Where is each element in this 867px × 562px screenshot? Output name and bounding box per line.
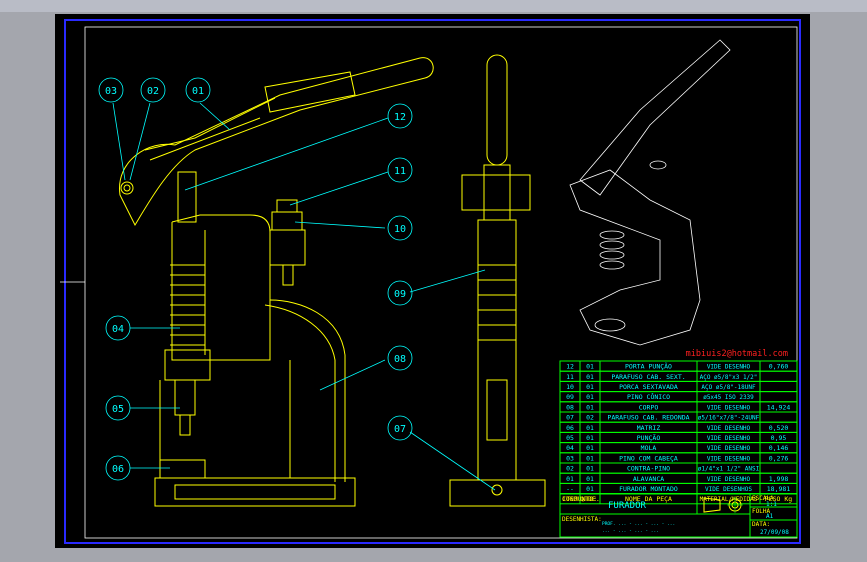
cell-qty: 01 [586,393,594,401]
svg-text:03: 03 [105,86,117,97]
svg-text:DATA:: DATA: [752,521,770,528]
cell-weight: 0,520 [769,424,789,432]
cell-name: PORTA PUNÇÃO [625,362,672,371]
cell-name: CONTRA-PINO [627,465,670,473]
cell-name: PARAFUSO CAB. REDONDA [607,414,689,422]
cell-qty: 01 [586,363,594,371]
cell-qty: 01 [586,475,594,483]
cell-weight: 0,146 [769,444,789,452]
assembly-name: FURADOR [608,501,647,511]
svg-text:11: 11 [394,166,406,177]
svg-text:01: 01 [192,86,204,97]
toolbar-strip [0,0,867,12]
cell-material: MATERIAL/MEDIDAS [700,496,758,503]
cell-weight: 0,760 [769,363,789,371]
svg-text:PROF. ... - ... - ... - ...: PROF. ... - ... - ... - ... [602,521,675,527]
cell-weight: 18,981 [767,485,791,493]
cell-item: -- [566,485,574,493]
cell-item: 09 [566,393,574,401]
cell-weight: 0,95 [771,434,787,442]
cell-qty: 01 [586,434,594,442]
cell-material: ø1/4"x1 1/2" ANSI [698,466,760,473]
svg-text:09: 09 [394,289,406,300]
cell-qty: 01 [586,444,594,452]
svg-text:... - ... - ... - ...: ... - ... - ... - ... [602,529,659,534]
svg-text:DESENHISTA:: DESENHISTA: [562,516,602,523]
cell-material: VIDE DESENHO [707,455,751,462]
cell-material: ø5x45 ISO 2339 [703,394,754,401]
svg-text:06: 06 [112,464,124,475]
cell-item: 04 [566,444,574,452]
cell-name: PINO CÔNICO [627,392,670,401]
cell-item: 11 [566,373,574,381]
svg-text:04: 04 [112,324,124,335]
cell-item: 03 [566,454,574,462]
cell-item: 05 [566,434,574,442]
cell-name: CORPO [639,403,659,411]
cell-name: MOLA [641,444,657,452]
cell-qty: 01 [586,373,594,381]
cad-drawing[interactable]: 01 02 03 04 05 06 07 08 09 10 11 12 mibi… [0,0,867,562]
cell-name: PUNÇÃO [637,433,661,442]
cell-material: VIDE DESENHO [707,404,751,411]
cell-item: 08 [566,403,574,411]
cell-qty: 01 [586,454,594,462]
cell-item: 06 [566,424,574,432]
cell-item: 07 [566,414,574,422]
cell-material: VIDE DESENHO [707,476,751,483]
cell-material: VIDE DESENHO [707,425,751,432]
cell-qty: 01 [586,424,594,432]
svg-text:10: 10 [394,224,406,235]
svg-text:CONJUNTO:: CONJUNTO: [562,495,597,503]
cell-name: FURADOR MONTADO [619,485,678,493]
cell-item: 02 [566,465,574,473]
cell-item: 01 [566,475,574,483]
cell-qty: 01 [586,465,594,473]
svg-text:1:1: 1:1 [766,501,777,508]
cell-material: AÇO ø5/8"x3 1/2" [700,374,758,381]
cell-weight: 0,276 [769,454,789,462]
cell-material: VIDE DESENHO [707,445,751,452]
email-text: mibiuis2@hotmail.com [686,349,788,359]
cell-item: 12 [566,363,574,371]
cell-name: PORCA SEXTAVADA [619,383,678,391]
cell-name: PINO COM CABEÇA [619,454,678,462]
cell-qty: 01 [586,403,594,411]
cell-name: PARAFUSO CAB. SEXT. [611,373,685,381]
svg-text:12: 12 [394,112,406,123]
cell-material: VIDE DESENHO [707,364,751,371]
cell-material: AÇO ø5/8"-18UNF [701,384,756,391]
cell-name: ALAVANCA [633,475,664,483]
cell-weight: 1,998 [769,475,789,483]
svg-text:05: 05 [112,404,124,415]
svg-text:A1: A1 [766,513,774,520]
cell-qty: 02 [586,414,594,422]
cell-qty: 01 [586,383,594,391]
cell-name: MATRIZ [637,424,661,432]
svg-text:08: 08 [394,354,406,365]
cell-qty: 01 [586,485,594,493]
cell-material: VIDE DESENHOS [705,486,752,493]
svg-text:27/09/08: 27/09/08 [760,529,789,536]
cell-item: 10 [566,383,574,391]
svg-text:02: 02 [147,86,159,97]
svg-text:07: 07 [394,424,406,435]
cell-material: ø5/16"x7/8"-24UNF [698,415,760,422]
cell-weight: 14,924 [767,403,791,411]
cell-material: VIDE DESENHO [707,435,751,442]
